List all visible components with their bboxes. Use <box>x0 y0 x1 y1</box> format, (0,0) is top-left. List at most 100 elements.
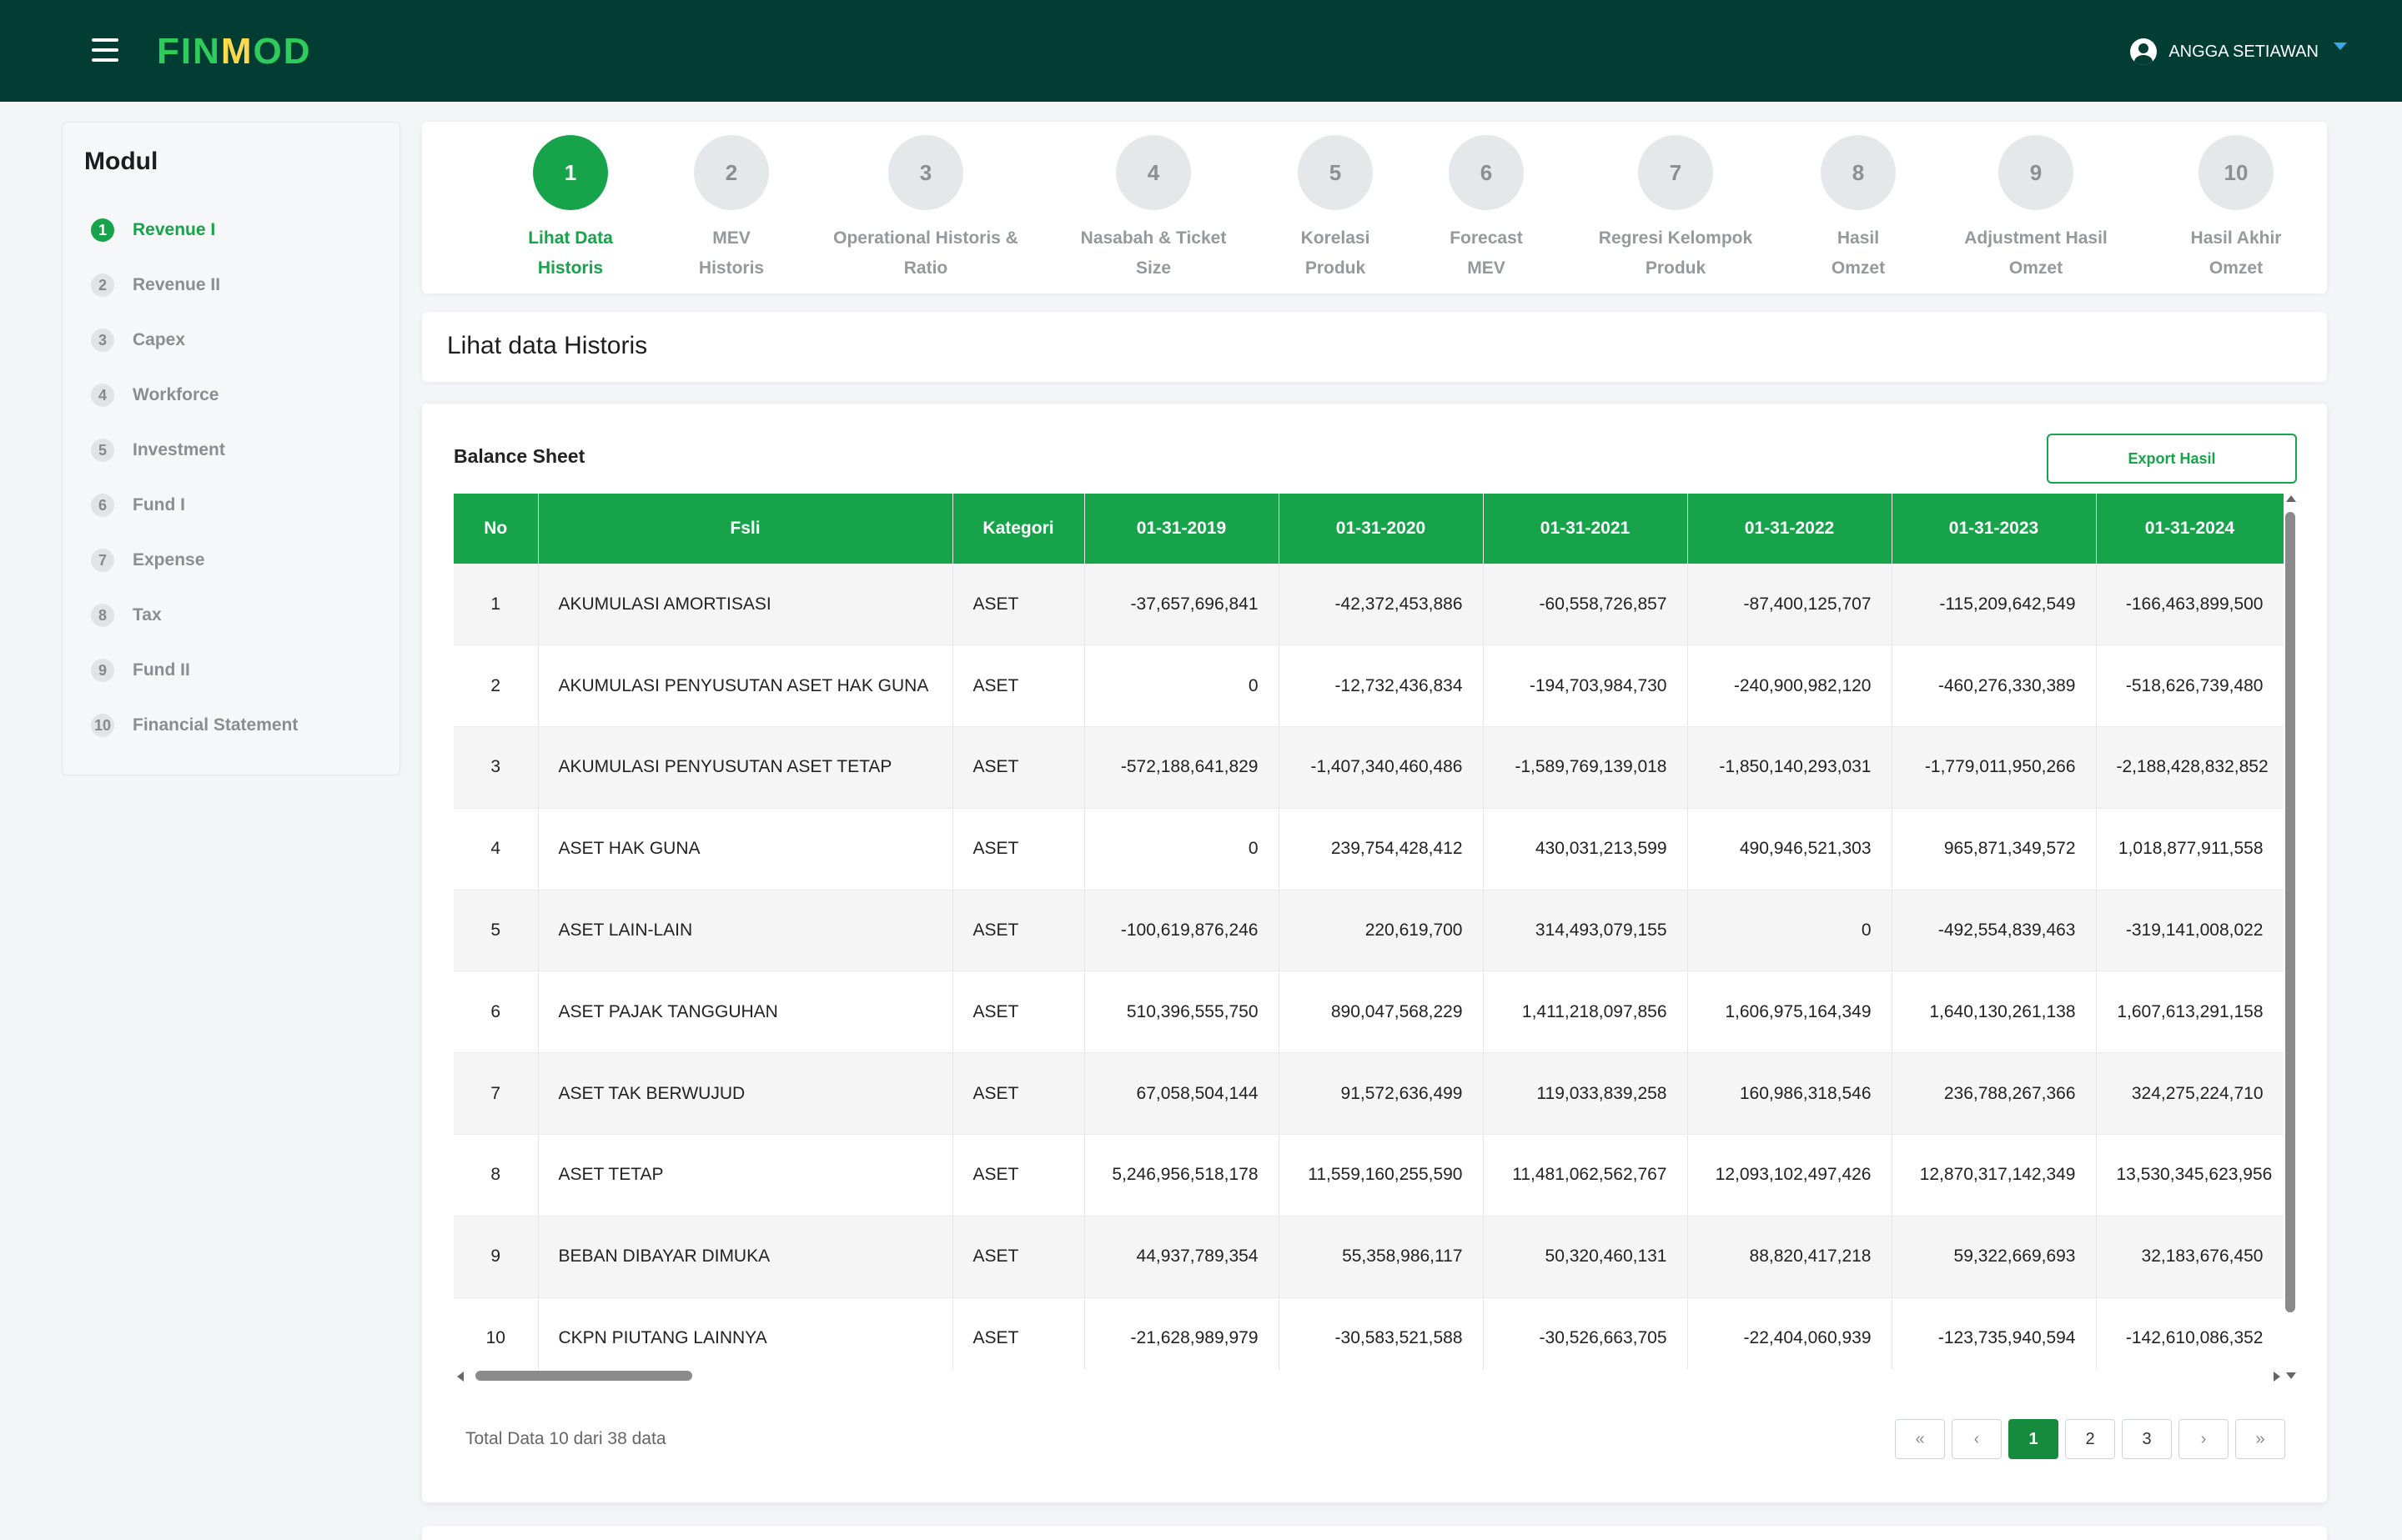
column-header[interactable]: Fsli <box>538 494 953 564</box>
sidebar-item-tax[interactable]: 8 Tax <box>91 588 298 643</box>
table-cell: ASET TETAP <box>538 1134 953 1216</box>
user-menu[interactable]: ANGGA SETIAWAN <box>2130 37 2347 67</box>
table-cell: BEBAN DIBAYAR DIMUKA <box>538 1216 953 1298</box>
page-button-3[interactable]: 3 <box>2122 1419 2172 1459</box>
export-button[interactable]: Export Hasil <box>2047 434 2297 484</box>
table-cell: 239,754,428,412 <box>1279 808 1484 890</box>
step-number: 3 <box>888 135 963 210</box>
logo-text-od: OD <box>253 31 312 72</box>
scroll-down-icon[interactable] <box>2286 1372 2296 1379</box>
table-cell: 236,788,267,366 <box>1892 1052 2097 1136</box>
sidebar-item-investment[interactable]: 5 Investment <box>91 423 298 478</box>
module-number-badge: 2 <box>91 273 114 297</box>
table-row[interactable]: 2 AKUMULASI PENYUSUTAN ASET HAK GUNA ASET 0… <box>454 645 2284 728</box>
step-number: 5 <box>1298 135 1373 210</box>
table-cell: 88,820,417,218 <box>1687 1216 1892 1298</box>
table-cell: 1,640,130,261,138 <box>1892 971 2097 1054</box>
table-cell: 430,031,213,599 <box>1483 808 1688 890</box>
table-cell: 32,183,676,450 <box>2096 1216 2284 1298</box>
table-row[interactable]: 10 CKPN PIUTANG LAINNYA ASET -21,628,989,97… <box>454 1297 2284 1369</box>
sidebar-item-expense[interactable]: 7 Expense <box>91 533 298 588</box>
page-title: Lihat data Historis <box>447 332 648 359</box>
column-header[interactable]: 01-31-2021 <box>1483 494 1688 564</box>
vertical-scroll-thumb[interactable] <box>2285 512 2295 1312</box>
step-number: 8 <box>1821 135 1896 210</box>
sidebar-item-label: Workforce <box>133 385 219 404</box>
table-cell: -142,610,086,352 <box>2096 1297 2284 1369</box>
sidebar-item-fund-ii[interactable]: 9 Fund II <box>91 643 298 698</box>
prev-page-button[interactable]: ‹ <box>1952 1419 2002 1459</box>
step-forecast-mev[interactable]: 6 Forecast MEV <box>1378 135 1595 283</box>
table-cell: 2 <box>454 645 539 728</box>
table-row[interactable]: 3 AKUMULASI PENYUSUTAN ASET TETAP ASET -572… <box>454 726 2284 809</box>
table-row[interactable]: 5 ASET LAIN-LAIN ASET -100,619,876,246 220,6… <box>454 890 2284 972</box>
module-number-badge: 5 <box>91 439 114 462</box>
column-header[interactable]: 01-31-2024 <box>2096 494 2284 564</box>
step-adjustment-hasil-omzet[interactable]: 9 Adjustment Hasil Omzet <box>1927 135 2144 283</box>
page-button-2[interactable]: 2 <box>2065 1419 2115 1459</box>
step-hasil-akhir-omzet[interactable]: 10 Hasil Akhir Omzet <box>2128 135 2344 283</box>
vertical-scrollbar[interactable] <box>2284 494 2297 1379</box>
table-scroll-area[interactable]: No Fsli Kategori 01-31-2019 01-31-2020 0… <box>454 494 2284 1369</box>
sidebar-item-label: Capex <box>133 330 186 349</box>
table-cell: AKUMULASI AMORTISASI <box>538 564 953 646</box>
sidebar-item-label: Revenue I <box>133 220 216 239</box>
table-cell: 12,870,317,142,349 <box>1892 1134 2097 1216</box>
step-label: Forecast MEV <box>1450 228 1523 278</box>
column-header[interactable]: 01-31-2023 <box>1892 494 2097 564</box>
horizontal-scroll-thumb[interactable] <box>475 1371 692 1381</box>
balance-sheet-table: No Fsli Kategori 01-31-2019 01-31-2020 0… <box>454 494 2284 1369</box>
table-cell: CKPN PIUTANG LAINNYA <box>538 1297 953 1369</box>
table-row[interactable]: 9 BEBAN DIBAYAR DIMUKA ASET 44,937,789,354 5… <box>454 1216 2284 1298</box>
scroll-up-icon[interactable] <box>2286 495 2296 502</box>
sidebar-title: Modul <box>84 148 158 175</box>
table-cell: ASET <box>952 890 1085 972</box>
table-cell: ASET TAK BERWUJUD <box>538 1052 953 1136</box>
table-row[interactable]: 6 ASET PAJAK TANGGUHAN ASET 510,396,555,750… <box>454 971 2284 1054</box>
sidebar-item-revenue-ii[interactable]: 2 Revenue II <box>91 258 298 313</box>
sidebar-item-capex[interactable]: 3 Capex <box>91 313 298 368</box>
table-cell: 490,946,521,303 <box>1687 808 1892 890</box>
module-number-badge: 1 <box>91 218 114 242</box>
sidebar-item-fund-i[interactable]: 6 Fund I <box>91 478 298 533</box>
last-page-button[interactable]: » <box>2235 1419 2285 1459</box>
table-cell: ASET <box>952 971 1085 1054</box>
step-mev-historis[interactable]: 2 MEV Historis <box>623 135 840 283</box>
sidebar-item-label: Revenue II <box>133 275 221 294</box>
step-operational-historis-ratio[interactable]: 3 Operational Historis & Ratio <box>817 135 1034 283</box>
table-cell: -1,589,769,139,018 <box>1483 726 1688 809</box>
table-cell: ASET <box>952 645 1085 728</box>
hamburger-menu-icon[interactable] <box>92 38 118 62</box>
page-button-1[interactable]: 1 <box>2008 1419 2058 1459</box>
logo-text-fin: FIN <box>157 31 221 72</box>
finmod-logo[interactable]: FIN M OD <box>157 31 312 72</box>
table-cell: 3 <box>454 726 539 809</box>
sidebar-item-revenue-i[interactable]: 1 Revenue I <box>91 203 298 258</box>
column-header[interactable]: 01-31-2022 <box>1687 494 1892 564</box>
sidebar-item-workforce[interactable]: 4 Workforce <box>91 368 298 423</box>
sidebar-item-financial-statement[interactable]: 10 Financial Statement <box>91 698 298 753</box>
next-section-card <box>422 1526 2327 1540</box>
column-header[interactable]: 01-31-2019 <box>1084 494 1279 564</box>
scroll-right-icon[interactable] <box>2274 1372 2280 1382</box>
column-header[interactable]: 01-31-2020 <box>1279 494 1484 564</box>
column-header[interactable]: Kategori <box>952 494 1085 564</box>
table-cell: 44,937,789,354 <box>1084 1216 1279 1298</box>
next-page-button[interactable]: › <box>2178 1419 2229 1459</box>
module-list: 1 Revenue I 2 Revenue II 3 Capex 4 Workf… <box>91 203 298 753</box>
horizontal-scrollbar[interactable] <box>454 1367 2284 1386</box>
scroll-left-icon[interactable] <box>457 1372 464 1382</box>
table-row[interactable]: 1 AKUMULASI AMORTISASI ASET -37,657,696,841… <box>454 564 2284 646</box>
table-cell: -42,372,453,886 <box>1279 564 1484 646</box>
table-cell: -194,703,984,730 <box>1483 645 1688 728</box>
column-header[interactable]: No <box>454 494 539 564</box>
table-cell: 91,572,636,499 <box>1279 1052 1484 1136</box>
table-cell: 5 <box>454 890 539 972</box>
table-row[interactable]: 4 ASET HAK GUNA ASET 0 239,754,428,412 430,03… <box>454 808 2284 890</box>
first-page-button[interactable]: « <box>1895 1419 1945 1459</box>
sidebar-item-label: Fund I <box>133 495 185 514</box>
table-header-row: No Fsli Kategori 01-31-2019 01-31-2020 0… <box>454 494 2284 564</box>
table-cell: 8 <box>454 1134 539 1216</box>
table-row[interactable]: 7 ASET TAK BERWUJUD ASET 67,058,504,144 91,5… <box>454 1052 2284 1136</box>
table-row[interactable]: 8 ASET TETAP ASET 5,246,956,518,178 11,559,1… <box>454 1134 2284 1216</box>
